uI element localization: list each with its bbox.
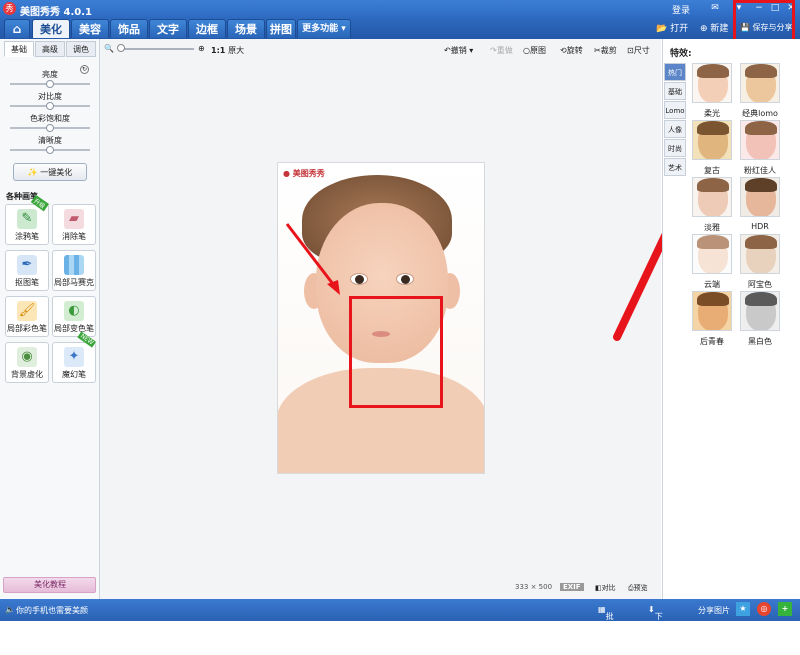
weibo-share-icon[interactable]: ◎	[757, 602, 771, 616]
effect-label: 粉红佳人	[744, 166, 776, 175]
effect-label: 云端	[704, 280, 720, 289]
arrow-to-face	[285, 223, 338, 289]
fx-category-fashion[interactable]: 时尚	[664, 139, 686, 157]
effect-label: 后青春	[700, 337, 724, 346]
image-dimensions: 333 × 500	[515, 583, 553, 591]
add-share-icon[interactable]: +	[778, 602, 792, 616]
batch-button[interactable]: ▦ 批处理	[598, 605, 614, 643]
effect-label: 经典lomo	[742, 109, 778, 118]
effect-thumb-retro[interactable]	[692, 120, 732, 160]
download-manager-button[interactable]: ⬇ 下载管理	[648, 605, 663, 654]
effect-thumb-elegant[interactable]	[692, 177, 732, 217]
exif-button[interactable]: EXIF	[560, 583, 584, 591]
effect-thumb-abao[interactable]	[740, 234, 780, 274]
fx-category-art[interactable]: 艺术	[664, 158, 686, 176]
fx-category-hot[interactable]: 热门	[664, 63, 686, 81]
effect-label: 阿宝色	[748, 280, 772, 289]
fx-category-lomo[interactable]: Lomo	[664, 101, 686, 119]
fx-category-portrait[interactable]: 人像	[664, 120, 686, 138]
effect-thumb-cloud[interactable]	[692, 234, 732, 274]
speaker-icon: 🔈	[5, 605, 15, 614]
effect-thumb-bw[interactable]	[740, 291, 780, 331]
fx-category-basic[interactable]: 基础	[664, 82, 686, 100]
batch-label: 批处理	[605, 612, 614, 643]
preview-label: 预览	[633, 584, 648, 592]
effects-title: 特效:	[670, 49, 692, 59]
download-label: 下载管理	[654, 612, 663, 654]
status-bar: 🔈 你的手机也需要美颜 ▦ 批处理 ⬇ 下载管理 分享图片 ★ ◎ +	[0, 599, 800, 654]
arrowhead-face	[327, 280, 340, 295]
compare-label: 对比	[601, 584, 616, 592]
effect-thumb-lomo[interactable]	[740, 63, 780, 103]
effect-label: 复古	[704, 166, 720, 175]
qzone-share-icon[interactable]: ★	[736, 602, 750, 616]
compare-button[interactable]: ◧对比	[595, 583, 616, 593]
preview-button[interactable]: ⎙预览	[628, 583, 648, 593]
effect-label: 淡雅	[704, 223, 720, 232]
effect-thumb-youth[interactable]	[692, 291, 732, 331]
effect-thumb-soft-light[interactable]	[692, 63, 732, 103]
promo-link[interactable]: 你的手机也需要美颜	[16, 605, 88, 616]
share-image-label: 分享图片	[698, 606, 730, 615]
effect-thumb-pink[interactable]	[740, 120, 780, 160]
effect-thumb-hdr[interactable]	[740, 177, 780, 217]
effect-label: HDR	[751, 222, 769, 231]
effect-label: 黑白色	[748, 337, 772, 346]
effect-label: 柔光	[704, 109, 720, 118]
